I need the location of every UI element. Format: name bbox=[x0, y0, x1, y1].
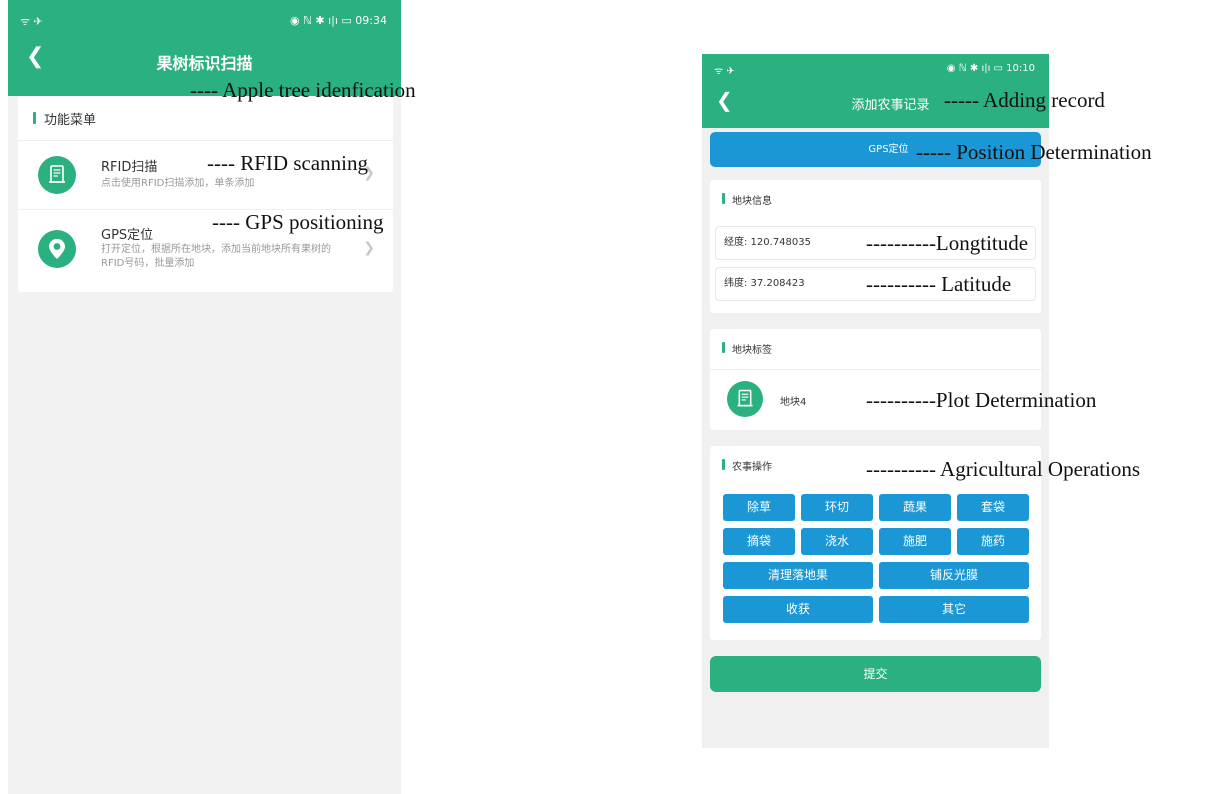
header-accent-bar bbox=[722, 193, 725, 204]
submit-button[interactable]: 提交 bbox=[710, 656, 1041, 692]
status-bar-right: ◉ ℕ ✱ ı|ı ▭ 10:10 bbox=[946, 63, 1035, 74]
rfid-receipt-icon bbox=[38, 156, 76, 194]
menu-item-title: GPS定位 bbox=[101, 228, 154, 243]
left-phone-screen: ᯤ ✈ ◉ ℕ ✱ ı|ı ▭ 09:34 ❮ 果树标识扫描 功能菜单 RFID… bbox=[8, 0, 401, 794]
menu-item-description: 点击使用RFID扫描添加，单条添加 bbox=[101, 178, 255, 189]
annotation-adding-record: ----- Adding record bbox=[944, 88, 1105, 112]
function-menu-card: 功能菜单 RFID扫描 点击使用RFID扫描添加，单条添加 ❯ GPS定位 打开… bbox=[18, 96, 393, 292]
status-bar-left: ᯤ ✈ bbox=[20, 15, 43, 28]
status-bar-left: ᯤ ✈ bbox=[714, 66, 735, 77]
card-header: 地块标签 bbox=[710, 329, 1041, 370]
header-accent-bar bbox=[722, 459, 725, 470]
location-pin-icon bbox=[38, 230, 76, 268]
operation-button-fertilizing[interactable]: 施肥 bbox=[879, 528, 951, 555]
annotation-position: ----- Position Determination bbox=[916, 140, 1152, 164]
annotation-apple-tree: ---- Apple tree idenfication bbox=[190, 78, 416, 102]
operation-button-weeding[interactable]: 除草 bbox=[723, 494, 795, 521]
plot-name: 地块4 bbox=[780, 397, 807, 408]
card-header: 功能菜单 bbox=[18, 96, 393, 141]
chevron-right-icon: ❯ bbox=[363, 240, 375, 256]
card-header: 地块信息 bbox=[710, 180, 1041, 218]
annotation-agricultural: ---------- Agricultural Operations bbox=[866, 457, 1141, 481]
menu-item-description: 打开定位，根据所在地块，添加当前地块所有果树的RFID号码，批量添加 bbox=[101, 244, 331, 269]
rfid-receipt-icon bbox=[727, 381, 763, 417]
card-header-title: 地块标签 bbox=[732, 345, 772, 356]
card-header-title: 农事操作 bbox=[732, 462, 772, 473]
annotation-gps: ---- GPS positioning bbox=[212, 210, 384, 234]
operation-button-harvest[interactable]: 收获 bbox=[723, 596, 873, 623]
operation-button-other[interactable]: 其它 bbox=[879, 596, 1029, 623]
operation-button-fruit-thinning[interactable]: 蔬果 bbox=[879, 494, 951, 521]
operation-button-unbagging[interactable]: 摘袋 bbox=[723, 528, 795, 555]
operation-button-spraying[interactable]: 施药 bbox=[957, 528, 1029, 555]
operation-button-bagging[interactable]: 套袋 bbox=[957, 494, 1029, 521]
status-bar-right: ◉ ℕ ✱ ı|ı ▭ 09:34 bbox=[289, 14, 387, 27]
header-accent-bar bbox=[33, 112, 36, 124]
operation-button-girdling[interactable]: 环切 bbox=[801, 494, 873, 521]
operation-button-reflective-film[interactable]: 铺反光膜 bbox=[879, 562, 1029, 589]
operation-button-watering[interactable]: 浇水 bbox=[801, 528, 873, 555]
card-header-title: 地块信息 bbox=[732, 196, 772, 207]
annotation-longitude: ----------Longtitude bbox=[866, 231, 1029, 255]
annotation-plot: ----------Plot Determination bbox=[866, 388, 1097, 412]
annotation-rfid: ---- RFID scanning bbox=[207, 151, 368, 175]
menu-item-title: RFID扫描 bbox=[101, 160, 158, 175]
status-bar: ᯤ ✈ ◉ ℕ ✱ ı|ı ▭ 09:34 bbox=[8, 14, 401, 30]
header-accent-bar bbox=[722, 342, 725, 353]
card-header-title: 功能菜单 bbox=[44, 113, 97, 128]
annotation-latitude: ---------- Latitude bbox=[866, 272, 1012, 296]
status-bar: ᯤ ✈ ◉ ℕ ✱ ı|ı ▭ 10:10 bbox=[702, 63, 1049, 77]
plot-tag-card: 地块标签 地块4 bbox=[710, 329, 1041, 430]
operation-button-clear-fallen-fruit[interactable]: 清理落地果 bbox=[723, 562, 873, 589]
page-title: 果树标识扫描 bbox=[156, 54, 253, 73]
